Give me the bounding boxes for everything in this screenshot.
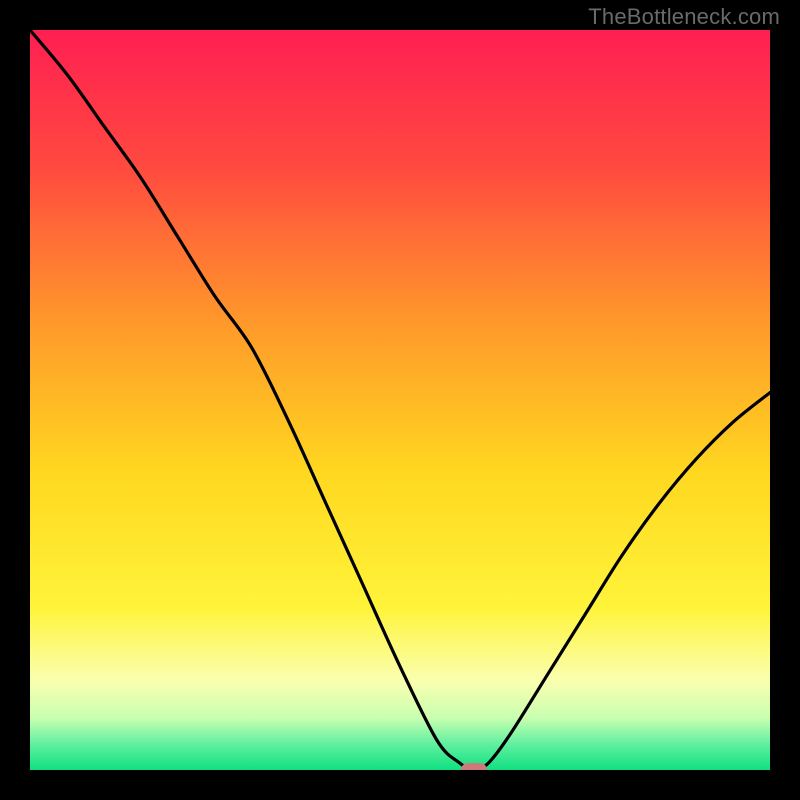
- curve-path: [30, 30, 770, 770]
- chart-frame: TheBottleneck.com: [0, 0, 800, 800]
- optimal-marker: [461, 763, 487, 770]
- watermark-text: TheBottleneck.com: [588, 4, 780, 30]
- bottleneck-curve: [30, 30, 770, 770]
- plot-area: [30, 30, 770, 770]
